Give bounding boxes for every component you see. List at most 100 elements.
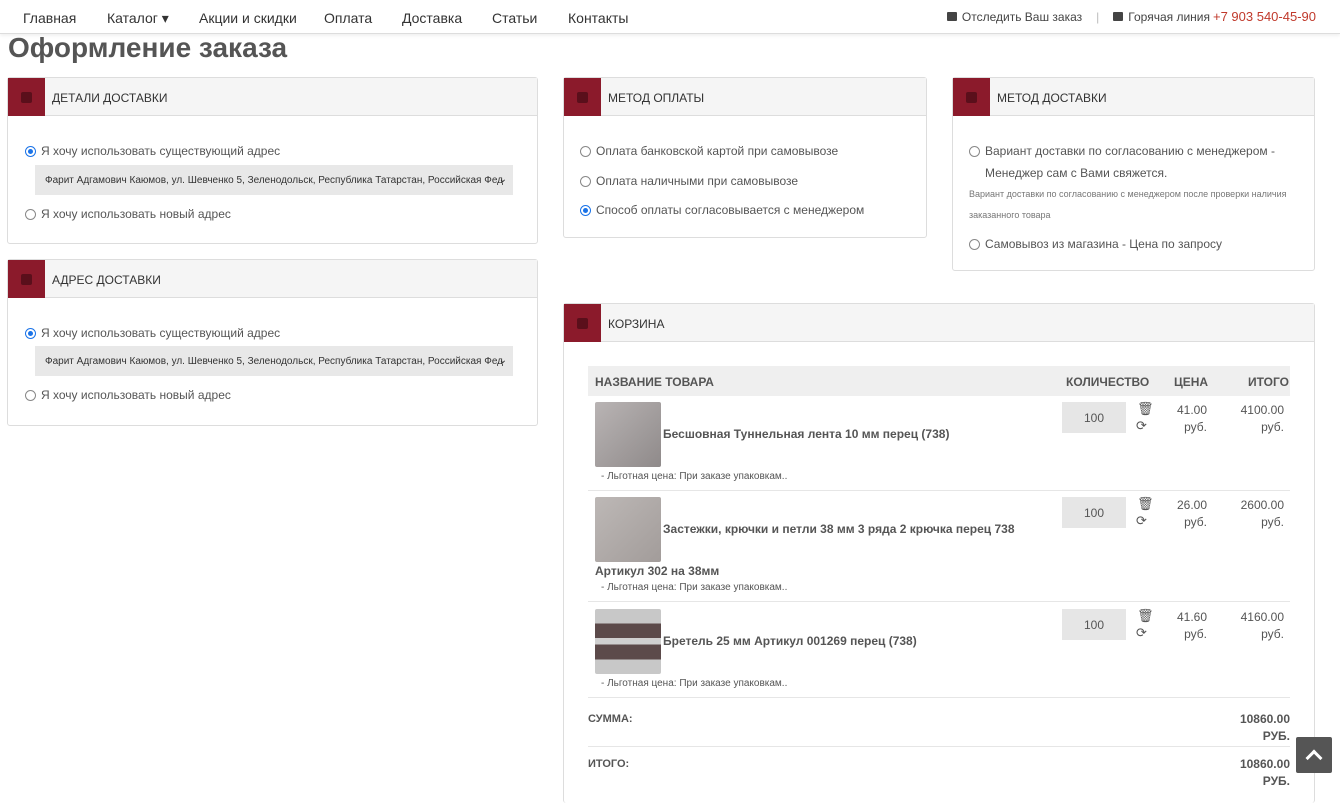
existing-address-option[interactable]: Я хочу использовать существующий адрес	[25, 326, 280, 340]
total-value: 4100.00	[1240, 403, 1284, 417]
total-label: ИТОГО:	[588, 758, 630, 770]
cart-table-header: НАЗВАНИЕ ТОВАРА КОЛИЧЕСТВО ЦЕНА ИТОГО	[588, 366, 1290, 396]
user-icon	[8, 260, 45, 298]
hotline-label: Горячая линия	[1128, 9, 1210, 24]
payment-card-option[interactable]: Оплата банковской картой при самовывозе	[580, 144, 838, 158]
row-divider	[588, 490, 1290, 491]
top-navigation: Главная Каталог ▾ Акции и скидки Оплата …	[0, 0, 1340, 34]
radio-unselected[interactable]	[969, 145, 980, 157]
radio-unselected[interactable]	[25, 389, 36, 401]
scroll-to-top-button[interactable]	[1296, 737, 1332, 773]
refresh-icon[interactable]: ⟳	[1136, 625, 1147, 641]
product-name[interactable]: Бретель 25 мм Артикул 001269 перец (738)	[663, 634, 917, 648]
nav-articles[interactable]: Статьи	[492, 10, 537, 26]
panel-title: КОРЗИНА	[608, 317, 665, 331]
radio-unselected[interactable]	[580, 145, 591, 157]
existing-address-option[interactable]: Я хочу использовать существующий адрес	[25, 144, 280, 158]
quantity-input[interactable]: 100	[1062, 402, 1126, 433]
price-currency: руб.	[1184, 420, 1207, 434]
trash-icon[interactable]: 🗑	[1137, 496, 1154, 512]
row-divider	[588, 601, 1290, 602]
address-select[interactable]: Фарит Адгамович Каюмов, ул. Шевченко 5, …	[35, 165, 513, 195]
option-label: Я хочу использовать новый адрес	[41, 207, 231, 221]
col-qty: КОЛИЧЕСТВО	[1066, 375, 1150, 389]
nav-right: Отследить Ваш заказ | Горячая линия +7 9…	[946, 9, 1316, 24]
item-price: 41.60 руб.	[1164, 609, 1207, 643]
quantity-input[interactable]: 100	[1062, 609, 1126, 640]
cart-panel: КОРЗИНА НАЗВАНИЕ ТОВАРА КОЛИЧЕСТВО ЦЕНА …	[563, 303, 1315, 803]
truck-icon	[946, 12, 957, 21]
delivery-address-panel: АДРЕС ДОСТАВКИ Я хочу использовать сущес…	[7, 259, 538, 426]
total-currency: руб.	[1261, 515, 1284, 529]
refresh-icon[interactable]: ⟳	[1136, 418, 1147, 434]
chevron-down-icon: ⌄	[498, 174, 507, 185]
new-address-option[interactable]: Я хочу использовать новый адрес	[25, 207, 231, 221]
phone-link[interactable]: +7 903 540-45-90	[1213, 9, 1316, 24]
product-image[interactable]	[595, 402, 661, 467]
quantity-input[interactable]: 100	[1062, 497, 1126, 528]
price-value: 41.00	[1176, 403, 1207, 417]
panel-title: МЕТОД ДОСТАВКИ	[997, 91, 1107, 105]
nav-home[interactable]: Главная	[23, 10, 76, 26]
trash-icon[interactable]: 🗑	[1137, 608, 1154, 624]
price-currency: руб.	[1184, 515, 1207, 529]
page-title: Оформление заказа	[8, 32, 288, 63]
row-divider	[588, 697, 1290, 698]
sum-value: 10860.00 РУБ.	[1204, 711, 1290, 745]
sum-amount: 10860.00	[1239, 712, 1290, 726]
nav-delivery[interactable]: Доставка	[402, 10, 462, 26]
radio-unselected[interactable]	[580, 175, 591, 187]
discount-note: - Льготная цена: При заказе упаковкам..	[601, 678, 788, 689]
select-value: Фарит Адгамович Каюмов, ул. Шевченко 5, …	[45, 356, 503, 367]
radio-selected[interactable]	[580, 204, 591, 216]
product-image[interactable]	[595, 497, 661, 562]
item-total: 2600.00 руб.	[1220, 497, 1284, 531]
nav-catalog[interactable]: Каталог ▾	[107, 10, 169, 27]
chevron-down-icon: ⌄	[498, 355, 507, 366]
radio-selected[interactable]	[25, 327, 36, 339]
radio-unselected[interactable]	[969, 238, 980, 250]
panel-header: КОРЗИНА	[564, 304, 1314, 342]
new-address-option[interactable]: Я хочу использовать новый адрес	[25, 388, 231, 402]
track-order-link[interactable]: Отследить Ваш заказ	[962, 10, 1082, 24]
product-name-line2: Артикул 302 на 38мм	[595, 564, 720, 578]
nav-contacts[interactable]: Контакты	[568, 10, 628, 26]
item-total: 4160.00 руб.	[1220, 609, 1284, 643]
price-currency: руб.	[1184, 627, 1207, 641]
item-price: 26.00 руб.	[1164, 497, 1207, 531]
refresh-icon[interactable]: ⟳	[1136, 513, 1147, 529]
payment-manager-option[interactable]: Способ оплаты согласовывается с менеджер…	[580, 203, 864, 217]
product-name[interactable]: Бесшовная Туннельная лента 10 мм перец (…	[663, 427, 949, 441]
nav-sales[interactable]: Акции и скидки	[199, 10, 297, 26]
shipping-pickup-option[interactable]: Самовывоз из магазина - Цена по запросу	[969, 237, 1222, 251]
col-price: ЦЕНА	[1174, 375, 1209, 389]
option-label-line2: Менеджер сам с Вами свяжется.	[985, 166, 1168, 180]
product-image[interactable]	[595, 609, 661, 674]
shipping-manager-option[interactable]: Вариант доставки по согласованию с менед…	[969, 144, 1275, 158]
product-name[interactable]: Застежки, крючки и петли 38 мм 3 ряда 2 …	[663, 522, 1015, 536]
radio-selected[interactable]	[25, 145, 36, 157]
total-value: 10860.00 РУБ.	[1204, 756, 1290, 790]
payment-cash-option[interactable]: Оплата наличными при самовывозе	[580, 174, 798, 188]
option-label: Я хочу использовать новый адрес	[41, 388, 231, 402]
panel-header: МЕТОД ДОСТАВКИ	[953, 78, 1314, 116]
panel-title: АДРЕС ДОСТАВКИ	[52, 273, 161, 287]
shipping-method-panel: МЕТОД ДОСТАВКИ Вариант доставки по согла…	[952, 77, 1315, 271]
option-label: Способ оплаты согласовывается с менеджер…	[596, 203, 865, 217]
discount-note: - Льготная цена: При заказе упаковкам..	[601, 471, 788, 482]
panel-header: АДРЕС ДОСТАВКИ	[8, 260, 537, 298]
radio-unselected[interactable]	[25, 208, 36, 220]
option-label: Самовывоз из магазина - Цена по запросу	[985, 237, 1223, 251]
phone-icon	[1113, 12, 1124, 21]
credit-card-icon	[564, 78, 601, 116]
location-arrow-icon	[953, 78, 990, 116]
total-value: 4160.00	[1240, 610, 1284, 624]
address-select[interactable]: Фарит Адгамович Каюмов, ул. Шевченко 5, …	[35, 346, 513, 376]
total-value: 2600.00	[1240, 498, 1284, 512]
shipping-note: Вариант доставки по согласованию с менед…	[969, 189, 1287, 199]
nav-payment[interactable]: Оплата	[324, 10, 372, 26]
trash-icon[interactable]: 🗑	[1137, 401, 1154, 417]
total-currency: РУБ.	[1262, 774, 1290, 788]
nav-divider: |	[1096, 9, 1100, 24]
chevron-up-icon	[1305, 749, 1323, 767]
